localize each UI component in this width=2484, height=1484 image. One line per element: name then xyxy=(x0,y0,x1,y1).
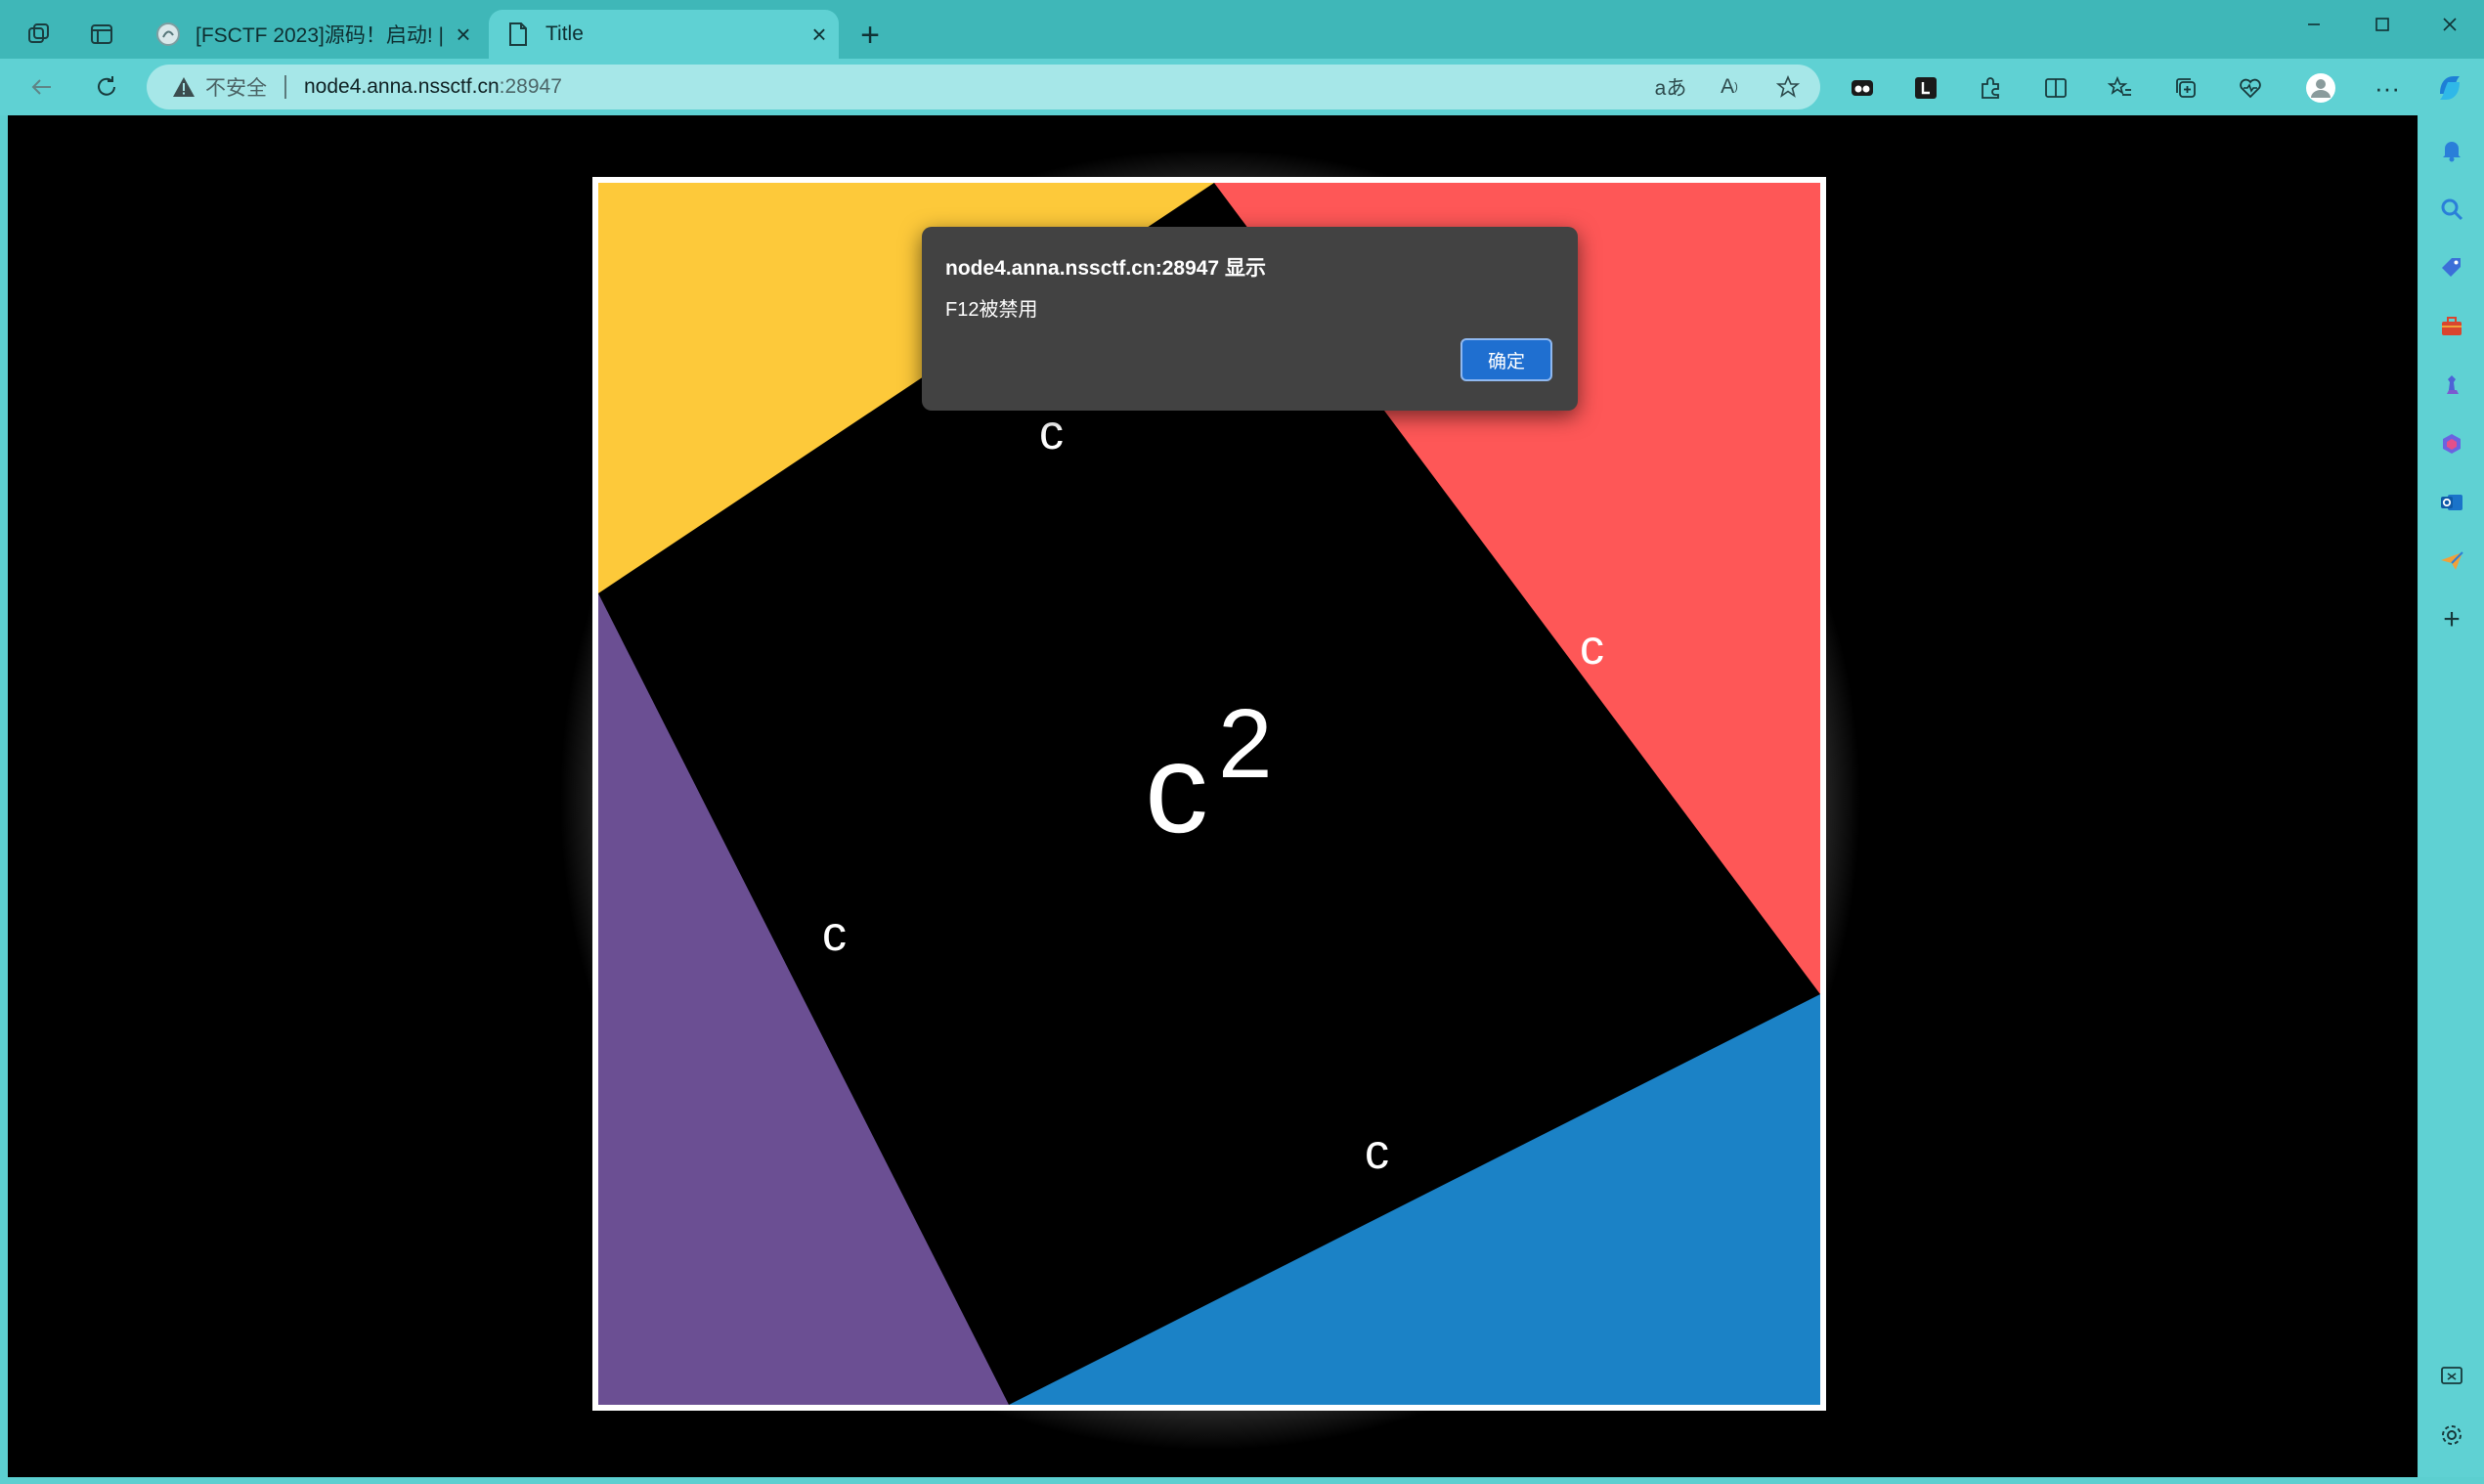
security-label: 不安全 xyxy=(205,77,267,100)
back-button[interactable] xyxy=(18,65,66,109)
close-tab-icon[interactable]: × xyxy=(800,20,839,50)
alert-dialog: node4.anna.nssctf.cn:28947 显示 F12被禁用 确定 xyxy=(922,227,1578,411)
window-bottom-edge xyxy=(0,1477,2484,1484)
microsoft-365-icon[interactable] xyxy=(2432,424,2471,463)
refresh-button[interactable] xyxy=(82,65,131,109)
extension-l-icon[interactable] xyxy=(1906,68,1945,108)
page-viewport: c c c c c 2 node4.anna.nssctf.cn:28947 显… xyxy=(8,115,2418,1477)
c-squared-exponent: 2 xyxy=(1218,689,1273,799)
warning-icon[interactable] xyxy=(172,76,196,98)
side-label-left: c xyxy=(822,906,847,961)
shopping-tag-icon[interactable] xyxy=(2432,248,2471,287)
settings-gear-icon[interactable] xyxy=(2432,1416,2471,1455)
address-bar[interactable]: 不安全 node4.anna.nssctf.cn:28947 aあ A) xyxy=(147,65,1820,109)
new-tab-button[interactable]: + xyxy=(847,14,893,57)
extension-glasses-icon[interactable] xyxy=(1843,68,1882,108)
c-squared-base: c xyxy=(1145,717,1208,859)
favorites-icon[interactable] xyxy=(2101,68,2140,108)
title-bar: [FSCTF 2023]源码！启动! | NSSC × Title × + xyxy=(0,0,2484,59)
copilot-icon[interactable] xyxy=(2430,68,2469,108)
url-host: node4.anna.nssctf.cn xyxy=(304,75,500,98)
extensions-puzzle-icon[interactable] xyxy=(1971,68,2010,108)
search-icon[interactable] xyxy=(2432,190,2471,229)
screenshot-capture-icon[interactable] xyxy=(2432,1357,2471,1396)
separator xyxy=(284,75,286,99)
edge-sidebar: + xyxy=(2419,115,2484,1484)
dialog-title: node4.anna.nssctf.cn:28947 显示 xyxy=(945,257,1266,280)
split-screen-icon[interactable] xyxy=(2036,68,2075,108)
tab-nssctf[interactable]: [FSCTF 2023]源码！启动! | NSSC × xyxy=(139,10,483,59)
tab-title-page[interactable]: Title × xyxy=(489,10,839,59)
games-chess-icon[interactable] xyxy=(2432,366,2471,405)
more-menu-icon[interactable]: ··· xyxy=(2368,68,2407,108)
tab-actions-icon[interactable] xyxy=(72,10,131,59)
tools-briefcase-icon[interactable] xyxy=(2432,307,2471,346)
side-label-top: c xyxy=(1039,405,1064,459)
profile-avatar[interactable] xyxy=(2301,68,2340,108)
notifications-bell-icon[interactable] xyxy=(2432,131,2471,170)
favorite-star-icon[interactable] xyxy=(1769,68,1807,106)
minimize-button[interactable] xyxy=(2280,0,2348,49)
collections-icon[interactable] xyxy=(2166,68,2205,108)
nssctf-favicon-icon xyxy=(154,21,182,48)
ok-button[interactable]: 确定 xyxy=(1460,338,1552,381)
document-icon xyxy=(504,21,532,48)
dialog-message: F12被禁用 xyxy=(945,299,1038,321)
read-aloud-icon[interactable]: A) xyxy=(1711,68,1748,106)
browser-toolbar: 不安全 node4.anna.nssctf.cn:28947 aあ A) ··· xyxy=(0,59,2484,115)
tab-title: [FSCTF 2023]源码！启动! | NSSC xyxy=(196,24,444,47)
workspaces-icon[interactable] xyxy=(10,10,68,59)
url-port: :28947 xyxy=(499,75,562,98)
close-tab-icon[interactable]: × xyxy=(444,20,483,50)
translate-icon[interactable]: aあ xyxy=(1652,68,1689,106)
tab-title: Title xyxy=(545,22,584,45)
close-window-button[interactable] xyxy=(2416,0,2484,49)
side-label-bottom: c xyxy=(1365,1124,1389,1179)
add-sidebar-app-icon[interactable]: + xyxy=(2432,600,2471,639)
outlook-icon[interactable] xyxy=(2432,483,2471,522)
side-label-right: c xyxy=(1580,620,1604,675)
send-paper-plane-icon[interactable] xyxy=(2432,542,2471,581)
browser-essentials-icon[interactable] xyxy=(2231,68,2270,108)
maximize-button[interactable] xyxy=(2348,0,2417,49)
